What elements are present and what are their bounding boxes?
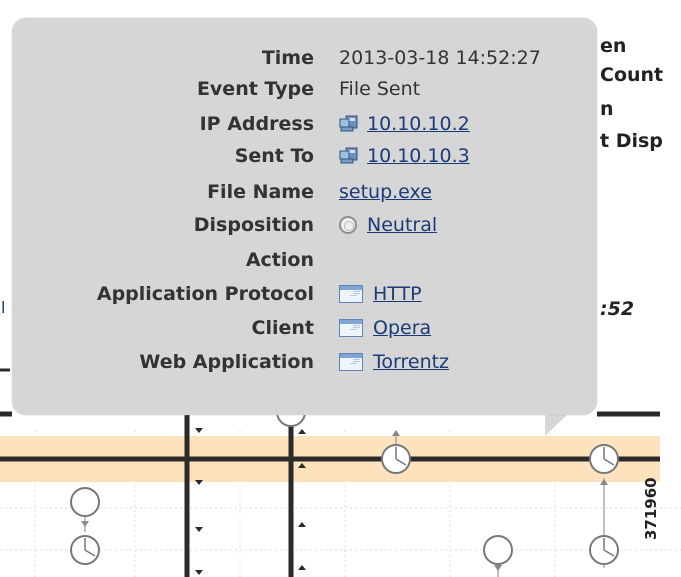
bg-column-text: t Disp bbox=[600, 130, 663, 152]
web-application-label: Web Application bbox=[139, 351, 314, 373]
file-name-value[interactable]: setup.exe bbox=[339, 181, 432, 203]
bg-column-text: Count bbox=[600, 64, 664, 86]
time-label: Time bbox=[261, 47, 314, 69]
event-type-label: Event Type bbox=[196, 78, 314, 100]
application-protocol-link[interactable]: HTTP bbox=[373, 283, 422, 305]
sent-to-value[interactable]: 10.10.10.3 bbox=[339, 145, 470, 167]
event-type-value: File Sent bbox=[339, 78, 421, 100]
sent-to-link[interactable]: 10.10.10.3 bbox=[367, 145, 470, 167]
event-node bbox=[70, 487, 100, 517]
event-node bbox=[483, 535, 513, 565]
event-details-popup: Time 2013-03-18 14:52:27 Event Type File… bbox=[12, 18, 597, 415]
ip-address-value[interactable]: 10.10.10.2 bbox=[339, 113, 470, 135]
left-marker: l bbox=[1, 298, 6, 317]
web-application-value[interactable]: Torrentz bbox=[339, 351, 449, 373]
time-value: 2013-03-18 14:52:27 bbox=[339, 47, 541, 69]
application-protocol-value[interactable]: HTTP bbox=[339, 283, 422, 305]
file-name-label: File Name bbox=[207, 181, 314, 203]
host-computer-icon bbox=[339, 115, 359, 133]
application-window-icon bbox=[339, 285, 363, 303]
sent-to-label: Sent To bbox=[234, 145, 314, 167]
disposition-link[interactable]: Neutral bbox=[367, 214, 437, 236]
application-protocol-label: Application Protocol bbox=[96, 283, 314, 305]
client-label: Client bbox=[251, 317, 314, 339]
file-name-link[interactable]: setup.exe bbox=[339, 181, 432, 203]
client-value[interactable]: Opera bbox=[339, 317, 431, 339]
host-computer-icon bbox=[339, 147, 359, 165]
ip-address-label: IP Address bbox=[199, 113, 314, 135]
action-label: Action bbox=[245, 249, 314, 271]
time-marker: :52 bbox=[600, 298, 635, 320]
disposition-neutral-icon bbox=[339, 216, 357, 234]
disposition-label: Disposition bbox=[193, 214, 314, 236]
bg-column-text: en bbox=[600, 35, 627, 57]
application-window-icon bbox=[339, 319, 363, 337]
bg-column-text: n bbox=[600, 98, 614, 120]
client-link[interactable]: Opera bbox=[373, 317, 431, 339]
disposition-value[interactable]: Neutral bbox=[339, 214, 437, 236]
web-application-link[interactable]: Torrentz bbox=[373, 351, 449, 373]
application-window-icon bbox=[339, 353, 363, 371]
ip-address-link[interactable]: 10.10.10.2 bbox=[367, 113, 470, 135]
figure-id: 371960 bbox=[642, 477, 660, 540]
